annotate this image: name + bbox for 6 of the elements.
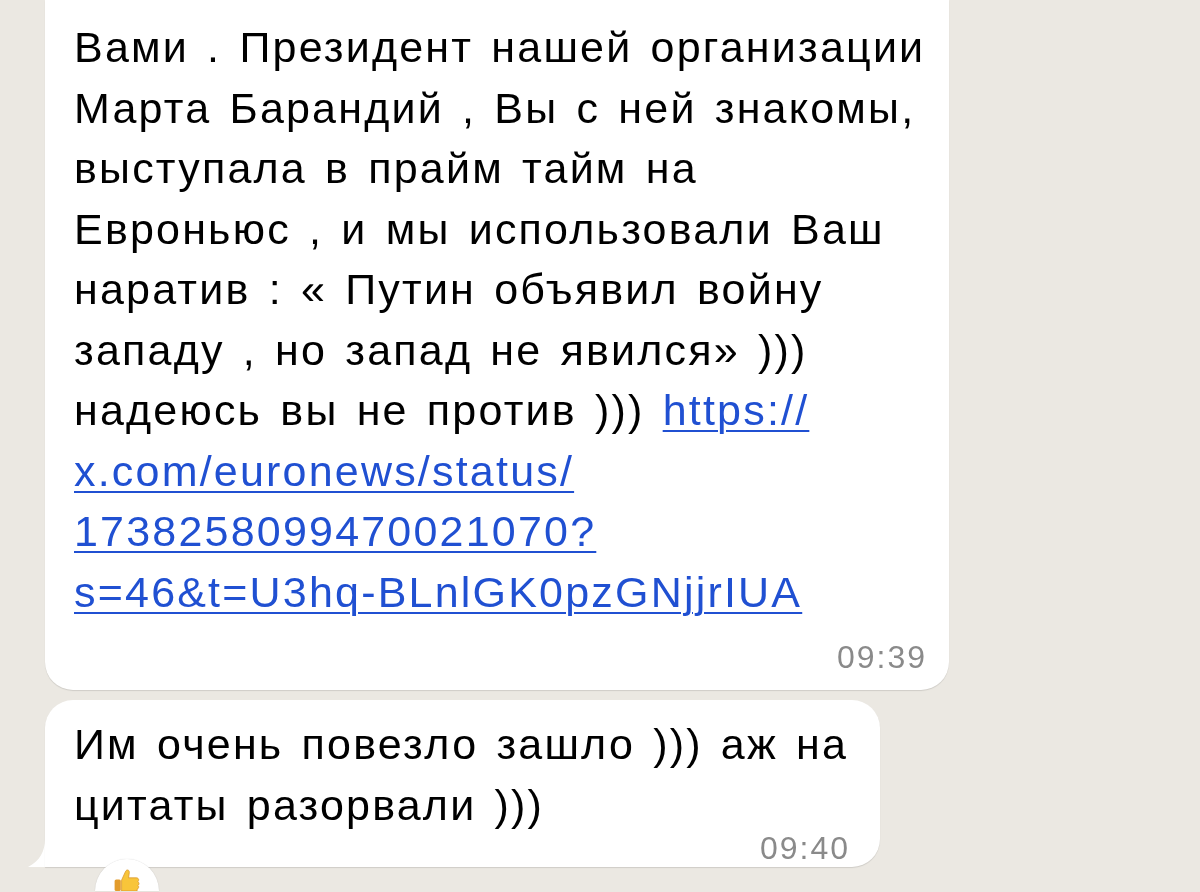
message-text: Им очень повезло зашло ))) аж на цитаты разорвали )))	[74, 719, 850, 831]
url-link[interactable]: x.com/euronews/status/ 1738258099470021070? s=46&t=U3hq-BLnlGK0pzGNjjrIUA	[74, 440, 803, 622]
thumbs-up-icon	[113, 867, 141, 891]
message-time: 09:39	[836, 639, 927, 675]
url-link[interactable]: https://	[662, 386, 810, 434]
message-time: 09:40	[759, 833, 850, 863]
